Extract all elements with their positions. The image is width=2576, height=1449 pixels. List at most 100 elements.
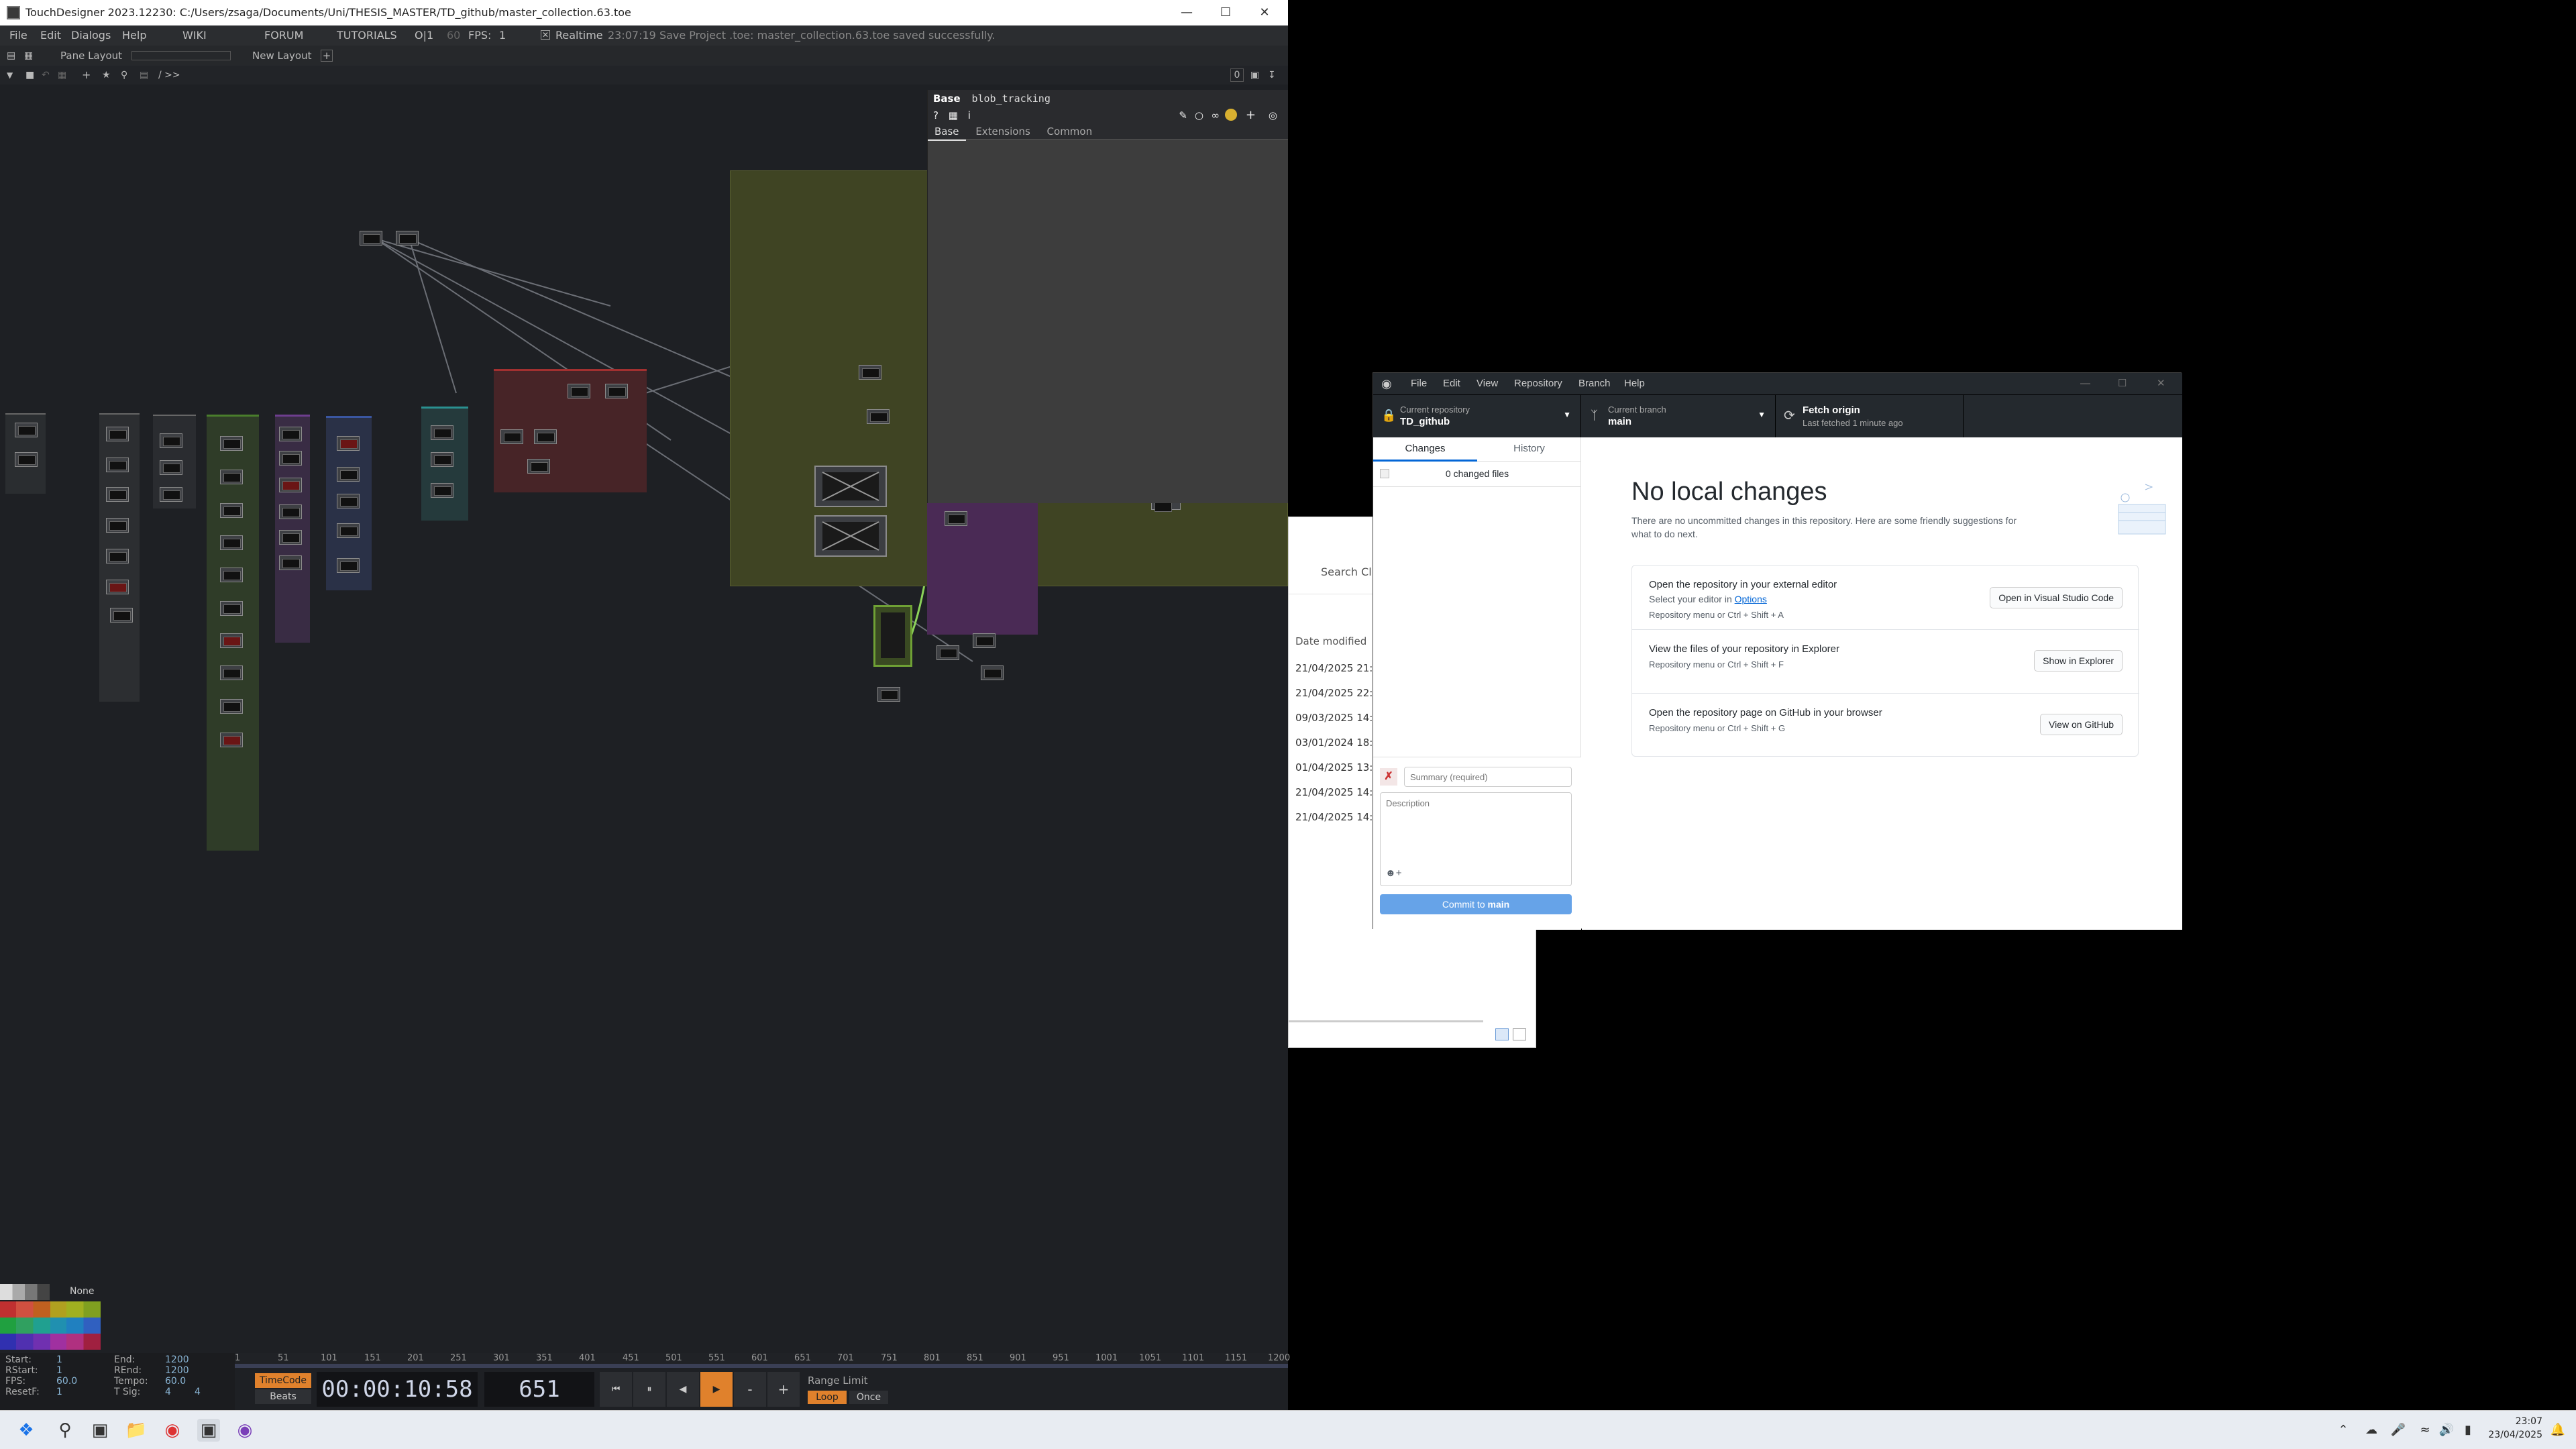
gh-menu-help[interactable]: Help (1624, 373, 1645, 394)
disabled-op-1[interactable] (814, 466, 887, 507)
gh-menu-edit[interactable]: Edit (1443, 373, 1460, 394)
show-in-explorer-button[interactable]: Show in Explorer (2034, 650, 2123, 672)
col-date-modified[interactable]: Date modified (1295, 635, 1366, 647)
operator-node[interactable] (877, 687, 900, 702)
color-palette[interactable]: None (0, 1284, 101, 1351)
menu-file[interactable]: File (9, 25, 28, 46)
gh-menu-branch[interactable]: Branch (1578, 373, 1611, 394)
tab-extensions[interactable]: Extensions (969, 123, 1036, 140)
operator-node-error[interactable] (279, 478, 302, 492)
commit-button[interactable]: Commit to main (1380, 894, 1572, 914)
operator-node[interactable] (936, 645, 959, 660)
tray-chevron-up-icon[interactable]: ⌃ (2332, 1419, 2355, 1442)
timecode-display[interactable]: 00:00:10:58 (317, 1372, 478, 1407)
search-icon[interactable]: ⚲ (121, 66, 127, 85)
fetch-origin-button[interactable]: ⟳ Fetch origin Last fetched 1 minute ago (1776, 395, 1964, 438)
view-on-github-button[interactable]: View on GitHub (2039, 714, 2123, 735)
operator-node[interactable] (534, 429, 557, 444)
add-icon[interactable]: + (1246, 107, 1256, 123)
clock-date[interactable]: 23/04/2025 (2482, 1430, 2542, 1440)
play-icon[interactable]: ▶ (700, 1372, 733, 1407)
palette-none[interactable]: None (70, 1286, 95, 1297)
step-plus-icon[interactable]: + (767, 1372, 800, 1407)
target-icon[interactable]: ◎ (1269, 107, 1277, 123)
operator-node[interactable] (337, 523, 360, 538)
help-icon[interactable]: ? (933, 109, 938, 121)
search-icon[interactable]: ⚲ (54, 1419, 76, 1442)
edit-icon[interactable]: ✎ (1179, 107, 1187, 123)
tiles-view-icon[interactable] (1513, 1028, 1526, 1040)
operator-node[interactable] (220, 601, 243, 616)
link-icon[interactable]: ∞ (1212, 107, 1220, 123)
operator-node[interactable] (220, 470, 243, 484)
network-drive-icon[interactable]: ☁ (2360, 1419, 2383, 1442)
operator-node[interactable] (279, 427, 302, 441)
operator-node[interactable] (220, 436, 243, 451)
pause-icon[interactable]: ⏸ (633, 1372, 665, 1407)
notifications-icon[interactable]: 🔔 (2546, 1419, 2569, 1442)
operator-node[interactable] (220, 568, 243, 582)
layout-presets[interactable] (131, 51, 231, 60)
operator-node-error[interactable] (337, 436, 360, 451)
operator-node[interactable] (337, 467, 360, 482)
beats-button[interactable]: Beats (255, 1389, 311, 1404)
gh-menu-file[interactable]: File (1411, 373, 1427, 394)
operator-node[interactable] (15, 423, 38, 437)
fps-value[interactable]: 60.0 (56, 1377, 77, 1386)
operator-node[interactable] (396, 231, 419, 246)
operator-node[interactable] (337, 494, 360, 508)
maximize-icon[interactable]: ☐ (1206, 0, 1245, 25)
menu-help[interactable]: Help (122, 25, 146, 46)
perform-toggle[interactable]: O|1 (415, 25, 433, 46)
operator-node[interactable] (981, 665, 1004, 680)
operator-node[interactable] (15, 452, 38, 467)
layout-split-icon[interactable]: ▦ (24, 46, 33, 66)
frame-display[interactable]: 651 (484, 1372, 594, 1407)
new-layout-button[interactable]: New Layout (252, 46, 311, 66)
add-icon[interactable]: + (82, 66, 91, 85)
battery-icon[interactable]: ▮ (2457, 1419, 2479, 1442)
operator-node[interactable] (106, 549, 129, 564)
tab-changes[interactable]: Changes (1373, 437, 1477, 462)
add-coauthor-icon[interactable]: ☻+ (1385, 867, 1402, 879)
operator-node[interactable] (110, 608, 133, 623)
operator-node[interactable] (106, 458, 129, 472)
operator-node-error[interactable] (220, 733, 243, 747)
mic-icon[interactable]: 🎤 (2387, 1419, 2410, 1442)
github-desktop-icon[interactable]: ◉ (233, 1419, 256, 1442)
close-icon[interactable]: ✕ (1245, 0, 1284, 25)
operator-node[interactable] (973, 633, 996, 648)
explorer-search[interactable]: Search Cl (1321, 566, 1372, 578)
operator-node-error[interactable] (106, 580, 129, 594)
operator-node[interactable] (160, 460, 182, 475)
tab-common[interactable]: Common (1040, 123, 1099, 140)
tab-base[interactable]: Base (928, 123, 966, 141)
operator-node[interactable] (568, 384, 590, 398)
menu-edit[interactable]: Edit (40, 25, 61, 46)
operator-node[interactable] (500, 429, 523, 444)
minimize-icon[interactable]: — (1167, 0, 1206, 25)
open-in-vscode-button[interactable]: Open in Visual Studio Code (1990, 587, 2123, 608)
grid-icon[interactable]: ▦ (58, 66, 66, 85)
tab-history[interactable]: History (1477, 437, 1581, 462)
tutorials-link[interactable]: TUTORIALS (337, 25, 397, 46)
clock-time[interactable]: 23:07 (2496, 1416, 2542, 1427)
operator-node[interactable] (220, 665, 243, 680)
download-icon[interactable]: ↧ (1268, 66, 1276, 85)
timeline-ruler[interactable]: 1 51 101 151 201 251 301 351 401 451 501 551 601 651 7… (235, 1353, 1290, 1368)
operator-node[interactable] (220, 503, 243, 518)
step-minus-icon[interactable]: - (734, 1372, 766, 1407)
summary-input[interactable] (1404, 767, 1572, 787)
operator-node[interactable] (220, 699, 243, 714)
python-icon[interactable]: ▦ (949, 109, 958, 121)
maximize-icon[interactable]: ☐ (2118, 373, 2127, 394)
layout-icon[interactable]: ▤ (7, 46, 15, 66)
operator-node[interactable] (605, 384, 628, 398)
operator-node[interactable] (160, 487, 182, 502)
operator-node[interactable] (337, 558, 360, 573)
tsig-a[interactable]: 4 (165, 1387, 171, 1397)
horizontal-scrollbar[interactable] (1289, 1020, 1483, 1022)
timecode-button[interactable]: TimeCode (255, 1373, 311, 1388)
op-name[interactable]: blob_tracking (971, 93, 1050, 105)
wiki-link[interactable]: WIKI (182, 25, 207, 46)
